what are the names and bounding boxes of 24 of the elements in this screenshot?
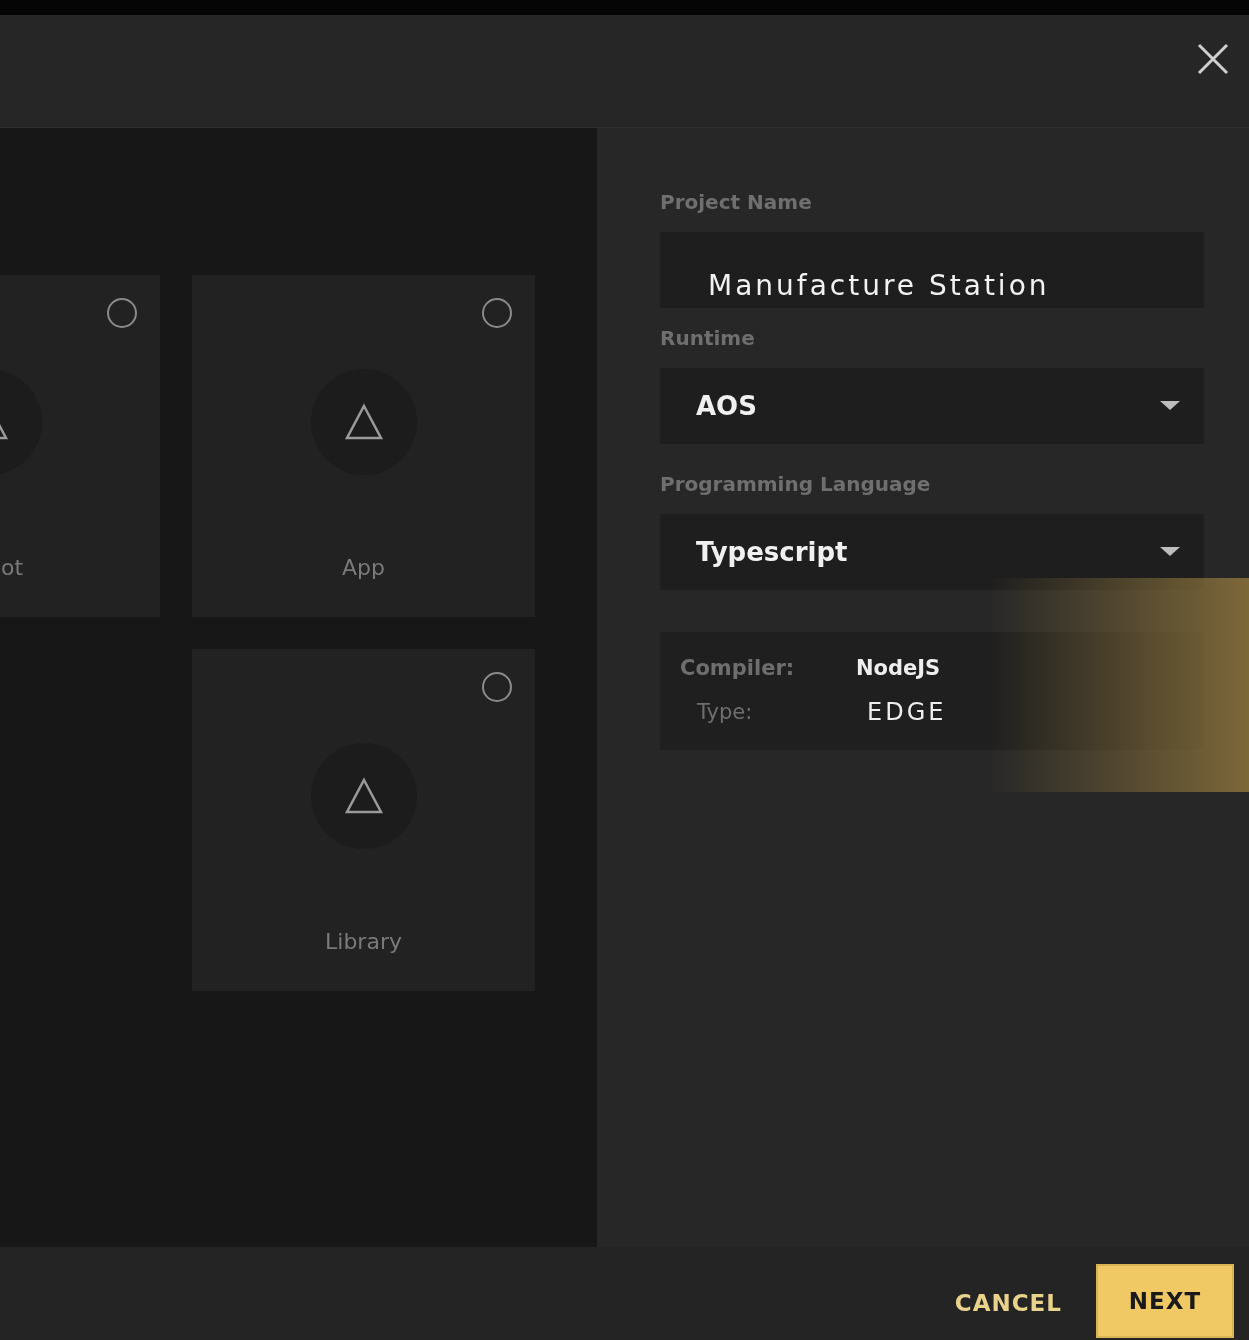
field-label: Project Name — [660, 190, 812, 214]
radio-button[interactable] — [482, 298, 512, 328]
dropdown[interactable]: Typescript — [660, 514, 1204, 590]
field-label: Runtime — [660, 326, 755, 350]
close-icon[interactable] — [1196, 41, 1230, 76]
info-value: EDGE — [867, 698, 947, 726]
project-type-card[interactable]: Library — [192, 649, 535, 991]
card-label: App — [342, 555, 385, 580]
project-type-card[interactable]: App — [192, 275, 535, 617]
project-type-card[interactable]: ot — [0, 275, 160, 617]
caret-icon — [1160, 547, 1180, 557]
project-name-field[interactable]: Manufacture Station — [660, 232, 1204, 308]
card-label: ot — [1, 555, 24, 580]
field-label: Programming Language — [660, 472, 931, 496]
next-button[interactable]: NEXT — [1096, 1264, 1234, 1338]
radio-button[interactable] — [482, 672, 512, 702]
card-label: Library — [325, 929, 402, 954]
dropdown[interactable]: AOS — [660, 368, 1204, 444]
radio-button[interactable] — [107, 298, 137, 328]
info-label: Type: — [697, 700, 754, 724]
caret-icon — [1160, 401, 1180, 411]
info-value: NodeJS — [856, 656, 941, 680]
info-label: Compiler: — [680, 656, 796, 680]
cancel-button[interactable]: CANCEL — [954, 1290, 1062, 1316]
